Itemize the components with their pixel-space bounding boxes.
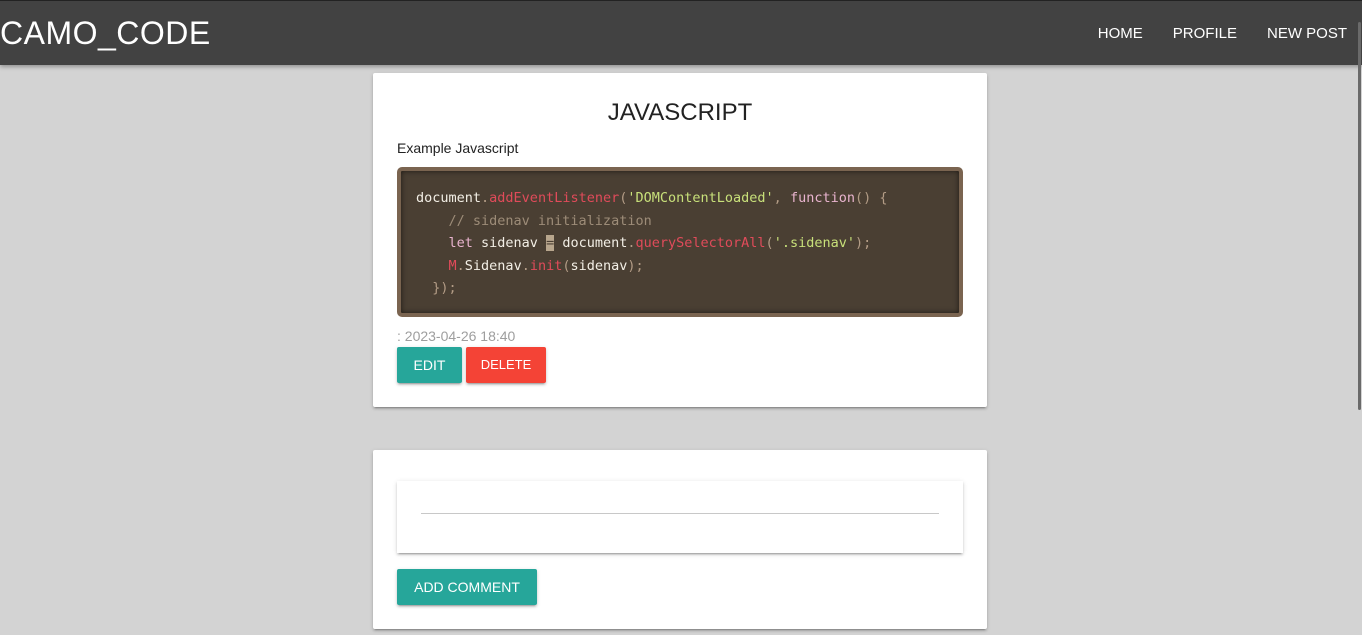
comment-input[interactable] (421, 493, 939, 514)
brand-logo[interactable]: CAMO_CODE (0, 15, 211, 52)
nav-links: HOME PROFILE NEW POST (1083, 1, 1362, 66)
post-description: Example Javascript (397, 140, 519, 156)
nav-new-post-link[interactable]: NEW POST (1252, 1, 1362, 66)
scrollbar-thumb[interactable] (1358, 22, 1361, 410)
post-card: JAVASCRIPT Example Javascript document.a… (373, 73, 987, 407)
post-date: : 2023-04-26 18:40 (397, 328, 516, 344)
nav-profile-link[interactable]: PROFILE (1158, 1, 1252, 66)
navbar: CAMO_CODE HOME PROFILE NEW POST (0, 0, 1362, 65)
delete-button[interactable]: DELETE (466, 347, 546, 383)
scrollbar[interactable] (1356, 0, 1362, 635)
edit-button[interactable]: EDIT (397, 347, 462, 383)
post-title: JAVASCRIPT (607, 99, 753, 126)
code-line: let sidenav = document.querySelectorAll(… (448, 235, 872, 251)
comment-card: ADD COMMENT (373, 450, 987, 629)
code-line: }); (416, 280, 457, 296)
comment-input-container (397, 481, 963, 553)
code-line: // sidenav initialization (416, 212, 652, 229)
nav-home-link[interactable]: HOME (1083, 1, 1158, 66)
add-comment-button[interactable]: ADD COMMENT (397, 569, 537, 605)
code-line: M.Sidenav.init(sidenav); (448, 257, 644, 274)
code-block: document.addEventListener('DOMContentLoa… (397, 167, 963, 317)
code-line: document.addEventListener('DOMContentLoa… (416, 190, 888, 206)
